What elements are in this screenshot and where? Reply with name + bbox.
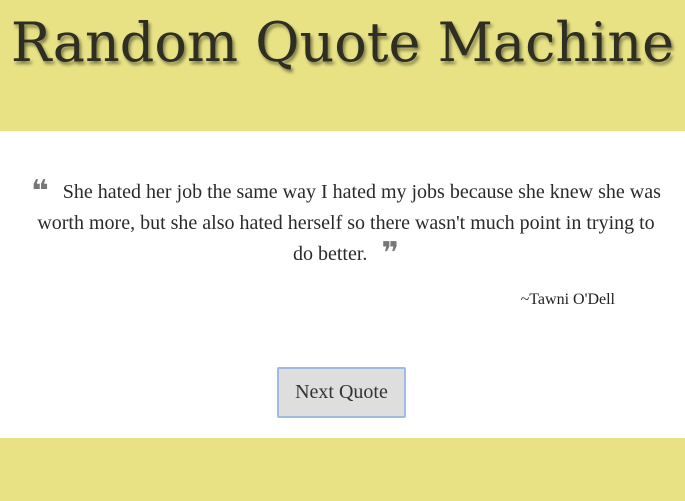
page-title: Random Quote Machine <box>10 11 675 74</box>
open-quote-icon: ❝ <box>31 174 49 209</box>
quote-text: She hated her job the same way I hated m… <box>37 181 661 265</box>
header-band: Random Quote Machine <box>0 0 685 131</box>
quote-box: ❝ She hated her job the same way I hated … <box>0 131 685 438</box>
quote-text-block: ❝ She hated her job the same way I hated … <box>28 177 664 270</box>
footer-band <box>0 438 685 501</box>
quote-author: ~Tawni O'Dell <box>520 291 615 308</box>
close-quote-icon: ❞ <box>381 236 400 271</box>
next-quote-button[interactable]: Next Quote <box>277 367 406 418</box>
